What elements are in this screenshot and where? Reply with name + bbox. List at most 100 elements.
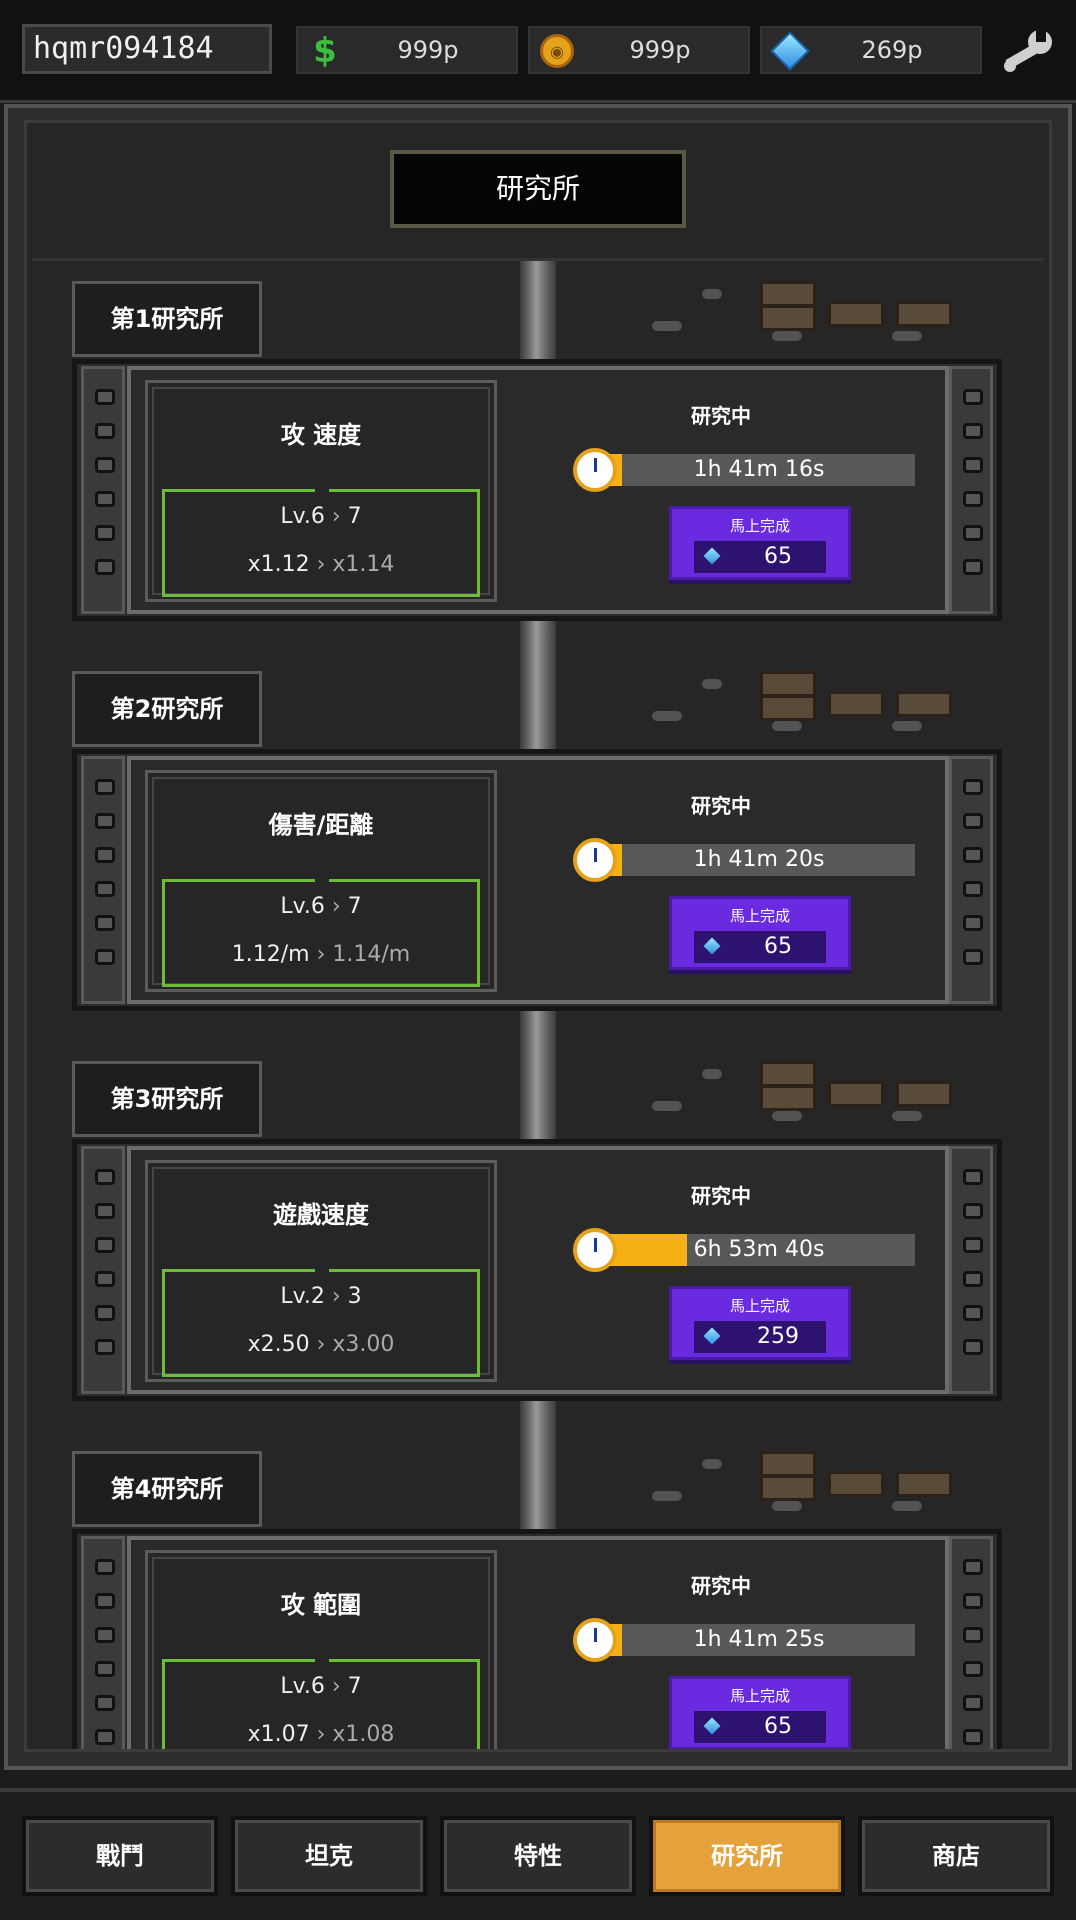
lab-machine: 攻 速度 Lv.6 › 7 x1.12 › x1.14 研究中 1h 41m 1… — [72, 359, 1002, 621]
lab-list[interactable]: 第1研究所 攻 速度 Lv.6 › 7 x1.12 › x1.14 研究中 1h… — [32, 258, 1044, 1749]
right-rail — [949, 1536, 993, 1749]
status-area: 研究中 1h 41m 16s 馬上完成 65 — [511, 370, 931, 610]
value-from: 1.12/m — [231, 942, 310, 967]
skill-box: 傷害/距離 Lv.6 › 7 1.12/m › 1.14/m — [145, 770, 497, 992]
level-line: Lv.2 › 3 — [280, 1284, 362, 1309]
status-text: 研究中 — [691, 1184, 751, 1208]
finish-now-button[interactable]: 馬上完成 65 — [669, 1676, 851, 1749]
skill-name: 傷害/距離 — [268, 811, 374, 839]
finish-cost: 65 — [694, 541, 826, 573]
stat-box: Lv.6 › 7 x1.12 › x1.14 — [162, 489, 480, 597]
value-line: x1.12 › x1.14 — [247, 552, 395, 577]
left-rail — [81, 756, 125, 1004]
level-line: Lv.6 › 7 — [280, 1674, 362, 1699]
value-line: x1.07 › x1.08 — [247, 1722, 395, 1747]
nav-traits[interactable]: 特性 — [440, 1816, 636, 1896]
finish-label: 馬上完成 — [729, 517, 790, 535]
research-panel: 攻 範圍 Lv.6 › 7 x1.07 › x1.08 研究中 1h 41m 2… — [127, 1536, 949, 1749]
progress-bar: 1h 41m 25s — [603, 1624, 915, 1656]
lab-section: 第3研究所 遊戲速度 Lv.2 › 3 x2.50 › x3.00 研究中 6h… — [32, 1041, 1044, 1431]
timer-row: 6h 53m 40s — [573, 1228, 917, 1272]
research-panel: 遊戲速度 Lv.2 › 3 x2.50 › x3.00 研究中 6h 53m 4… — [127, 1146, 949, 1394]
level-from: Lv.6 — [280, 504, 325, 529]
cash-value: 999p — [397, 36, 459, 64]
value-from: x1.12 — [247, 552, 310, 577]
timer-row: 1h 41m 25s — [573, 1618, 917, 1662]
lab-section: 第2研究所 傷害/距離 Lv.6 › 7 1.12/m › 1.14/m 研究中… — [32, 651, 1044, 1041]
finish-cost-value: 65 — [764, 1714, 792, 1739]
left-rail — [81, 366, 125, 614]
progress-bar: 6h 53m 40s — [603, 1234, 915, 1266]
lab-machine: 攻 範圍 Lv.6 › 7 x1.07 › x1.08 研究中 1h 41m 2… — [72, 1529, 1002, 1749]
finish-cost-value: 259 — [757, 1324, 799, 1349]
crates-decoration — [612, 1059, 972, 1139]
progress-bar: 1h 41m 16s — [603, 454, 915, 486]
time-left: 1h 41m 16s — [693, 457, 825, 482]
lab-label: 第2研究所 — [72, 671, 262, 747]
lab-section: 第4研究所 攻 範圍 Lv.6 › 7 x1.07 › x1.08 研究中 1h… — [32, 1431, 1044, 1749]
level-line: Lv.6 › 7 — [280, 894, 362, 919]
skill-box: 攻 範圍 Lv.6 › 7 x1.07 › x1.08 — [145, 1550, 497, 1749]
coin-icon: ◉ — [540, 34, 574, 68]
skill-box: 遊戲速度 Lv.2 › 3 x2.50 › x3.00 — [145, 1160, 497, 1382]
finish-cost-value: 65 — [764, 544, 792, 569]
finish-cost: 65 — [694, 1711, 826, 1743]
cash-counter: $ 999p — [296, 26, 518, 74]
time-left: 1h 41m 20s — [693, 847, 825, 872]
finish-now-button[interactable]: 馬上完成 65 — [669, 506, 851, 580]
coin-value: 999p — [629, 36, 691, 64]
status-area: 研究中 1h 41m 20s 馬上完成 65 — [511, 760, 931, 1000]
stat-box: Lv.6 › 7 1.12/m › 1.14/m — [162, 879, 480, 987]
lab-section: 第1研究所 攻 速度 Lv.6 › 7 x1.12 › x1.14 研究中 1h… — [32, 261, 1044, 651]
level-line: Lv.6 › 7 — [280, 504, 362, 529]
nav-shop[interactable]: 商店 — [858, 1816, 1054, 1896]
finish-cost: 259 — [694, 1321, 826, 1353]
level-from: Lv.6 — [280, 894, 325, 919]
value-to: 1.14/m — [332, 942, 411, 967]
lab-machine: 遊戲速度 Lv.2 › 3 x2.50 › x3.00 研究中 6h 53m 4… — [72, 1139, 1002, 1401]
level-to: 3 — [347, 1284, 362, 1309]
skill-name: 攻 速度 — [280, 421, 362, 449]
status-area: 研究中 6h 53m 40s 馬上完成 259 — [511, 1150, 931, 1390]
stat-box: Lv.2 › 3 x2.50 › x3.00 — [162, 1269, 480, 1377]
dollar-icon: $ — [313, 31, 337, 71]
right-rail — [949, 756, 993, 1004]
timer-row: 1h 41m 16s — [573, 448, 917, 492]
gem-icon — [703, 937, 721, 955]
finish-label: 馬上完成 — [729, 907, 790, 925]
left-rail — [81, 1146, 125, 1394]
nav-battle[interactable]: 戰鬥 — [22, 1816, 218, 1896]
nav-tank[interactable]: 坦克 — [231, 1816, 427, 1896]
skill-name: 攻 範圍 — [280, 1591, 362, 1619]
stat-box: Lv.6 › 7 x1.07 › x1.08 — [162, 1659, 480, 1749]
crates-decoration — [612, 1449, 972, 1529]
wrench-icon[interactable] — [1000, 26, 1056, 76]
right-rail — [949, 366, 993, 614]
status-text: 研究中 — [691, 794, 751, 818]
finish-now-button[interactable]: 馬上完成 259 — [669, 1286, 851, 1360]
value-line: 1.12/m › 1.14/m — [231, 942, 411, 967]
gem-counter: 269p — [760, 26, 982, 74]
bottom-nav: 戰鬥 坦克 特性 研究所 商店 — [0, 1788, 1076, 1920]
username-field[interactable]: hqmr094184 — [22, 24, 272, 74]
level-to: 7 — [347, 894, 362, 919]
finish-now-button[interactable]: 馬上完成 65 — [669, 896, 851, 970]
value-line: x2.50 › x3.00 — [247, 1332, 395, 1357]
crates-decoration — [612, 669, 972, 749]
status-area: 研究中 1h 41m 25s 馬上完成 65 — [511, 1540, 931, 1749]
skill-name: 遊戲速度 — [273, 1201, 369, 1229]
status-text: 研究中 — [691, 404, 751, 428]
gem-icon — [703, 1717, 721, 1735]
gem-icon — [703, 547, 721, 565]
level-to: 7 — [347, 1674, 362, 1699]
top-bar: hqmr094184 $ 999p ◉ 999p 269p — [0, 0, 1076, 103]
timer-row: 1h 41m 20s — [573, 838, 917, 882]
left-rail — [81, 1536, 125, 1749]
research-panel: 攻 速度 Lv.6 › 7 x1.12 › x1.14 研究中 1h 41m 1… — [127, 366, 949, 614]
gem-icon — [770, 31, 810, 71]
skill-box: 攻 速度 Lv.6 › 7 x1.12 › x1.14 — [145, 380, 497, 602]
gem-icon — [703, 1327, 721, 1345]
nav-research[interactable]: 研究所 — [649, 1816, 845, 1896]
coin-counter: ◉ 999p — [528, 26, 750, 74]
status-text: 研究中 — [691, 1574, 751, 1598]
